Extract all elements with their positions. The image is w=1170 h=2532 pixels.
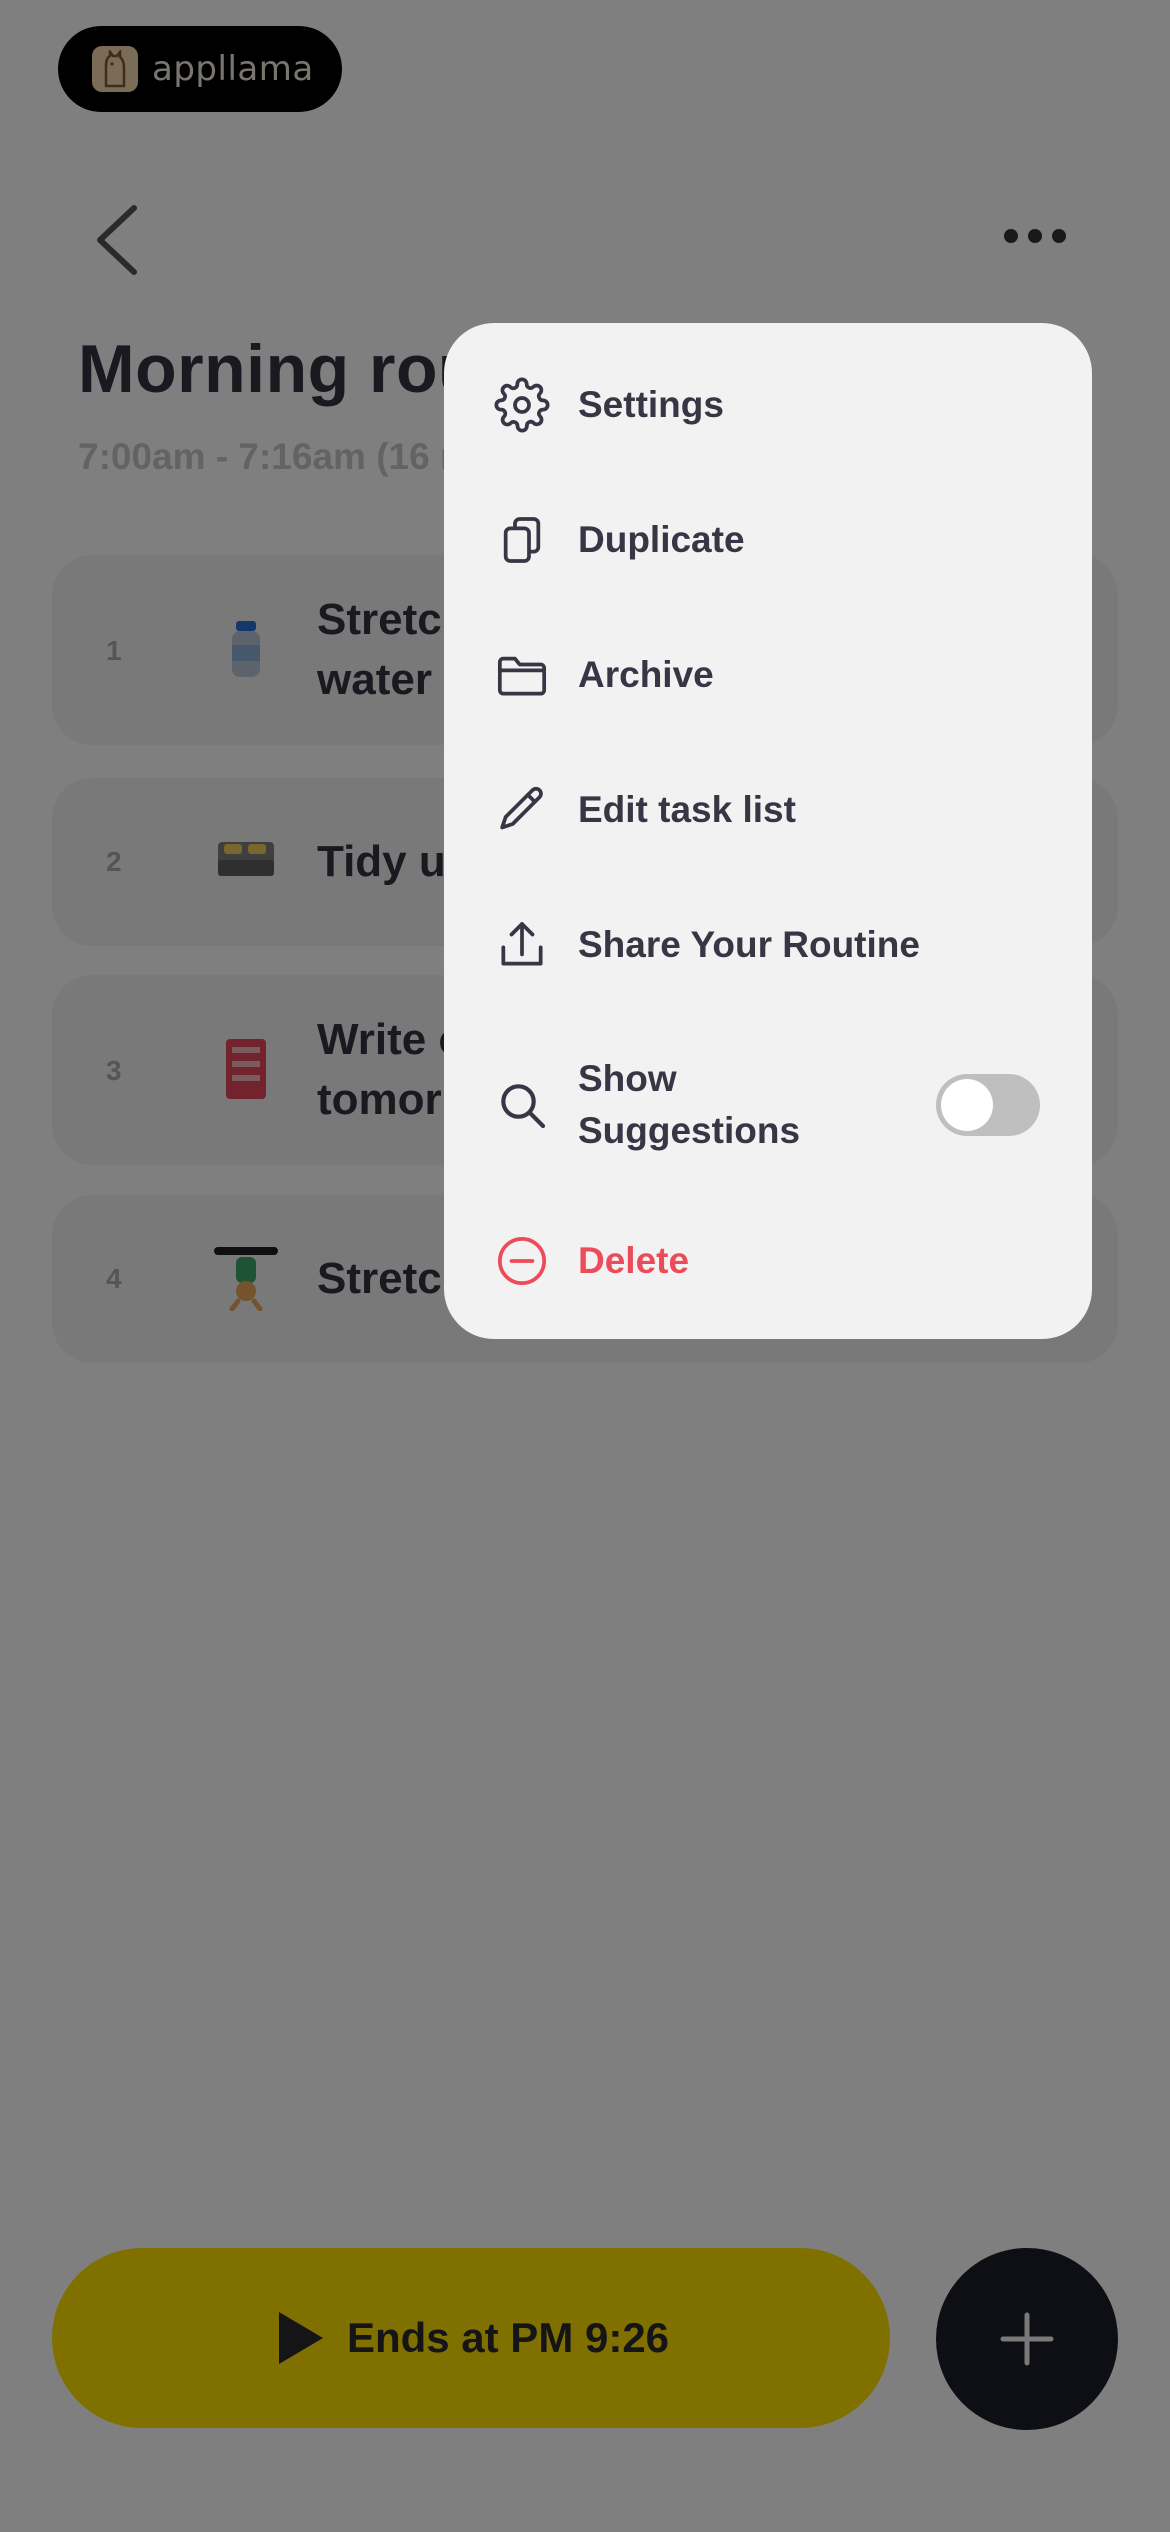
routine-screen: appllama Morning routine 7:00am - 7:16am… [0, 0, 1170, 2532]
menu-item-show-suggestions[interactable]: Show Suggestions [444, 1025, 1092, 1185]
search-icon [494, 1077, 550, 1133]
menu-item-archive[interactable]: Archive [444, 620, 1092, 730]
copy-icon [494, 512, 550, 568]
menu-item-settings[interactable]: Settings [444, 350, 1092, 460]
share-icon [494, 917, 550, 973]
menu-item-label: Archive [578, 654, 714, 695]
menu-item-label: Duplicate [578, 519, 745, 560]
menu-item-label: Delete [578, 1240, 690, 1281]
toggle-knob [941, 1079, 993, 1131]
pencil-icon [494, 782, 550, 838]
menu-item-edit-task-list[interactable]: Edit task list [444, 755, 1092, 865]
options-menu: Settings Duplicate Archive Edit task lis… [444, 323, 1092, 1339]
menu-item-label: Show Suggestions [578, 1058, 801, 1151]
menu-item-duplicate[interactable]: Duplicate [444, 485, 1092, 595]
minus-circle-icon [494, 1233, 550, 1289]
menu-item-label: Share Your Routine [578, 924, 920, 965]
menu-item-delete[interactable]: Delete [444, 1206, 1092, 1316]
show-suggestions-toggle[interactable] [936, 1074, 1040, 1136]
menu-item-share-routine[interactable]: Share Your Routine [444, 890, 1092, 1000]
menu-item-label: Settings [578, 384, 724, 425]
gear-icon [494, 377, 550, 433]
menu-item-label: Edit task list [578, 789, 796, 830]
folder-icon [494, 647, 550, 703]
